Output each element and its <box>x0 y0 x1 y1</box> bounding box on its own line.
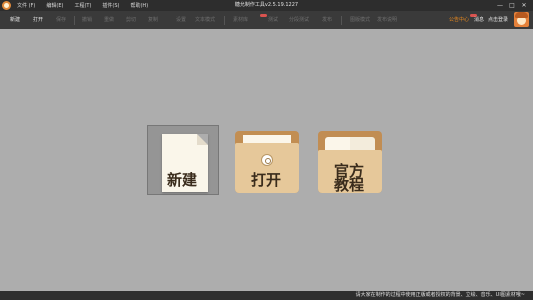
open-project-tile[interactable]: 打开 <box>235 128 299 193</box>
window-controls: — □ ✕ <box>494 0 530 11</box>
toolbar: 新建 打开 保存 撤销 重做 剪切 复制 设置 文本模式 素材库 测试 分段测试… <box>0 11 533 29</box>
settings-button[interactable]: 设置 <box>176 11 186 29</box>
toolbar-divider <box>341 16 342 25</box>
assets-button[interactable]: 素材库 <box>233 11 248 29</box>
tutorial-label-line2: 教程 <box>334 176 365 194</box>
undo-button[interactable]: 撤销 <box>82 11 92 29</box>
cut-button[interactable]: 剪切 <box>126 11 136 29</box>
image-mode-button[interactable]: 图版模式 <box>350 11 370 29</box>
clip-icon <box>261 154 273 166</box>
test-button[interactable]: 测试 <box>268 11 278 29</box>
avatar[interactable] <box>514 12 529 27</box>
minimize-icon[interactable]: — <box>494 2 506 9</box>
new-button[interactable]: 新建 <box>10 11 20 29</box>
copy-button[interactable]: 复制 <box>148 11 158 29</box>
segment-test-button[interactable]: 分段测试 <box>289 11 309 29</box>
open-tile-label: 打开 <box>251 171 282 189</box>
new-badge <box>260 14 267 17</box>
toolbar-divider <box>74 16 75 25</box>
publish-button[interactable]: 发布 <box>322 11 332 29</box>
open-button[interactable]: 打开 <box>33 11 43 29</box>
status-bar: 请大家在制作的过程中使用正版或者授权的背景、立绘、音乐、UI图素材哦~ <box>0 291 533 300</box>
title-bar: 文件 (F) 编辑(E) 工程(T) 插件(S) 帮助(H) 糖允制作工具v2.… <box>0 0 533 11</box>
close-icon[interactable]: ✕ <box>518 2 530 9</box>
window-title: 糖允制作工具v2.5.19.1227 <box>234 2 299 8</box>
text-mode-button[interactable]: 文本模式 <box>195 11 215 29</box>
notice-center-link[interactable]: 公告中心 <box>449 11 469 29</box>
save-button[interactable]: 保存 <box>56 11 66 29</box>
redo-button[interactable]: 重做 <box>104 11 114 29</box>
login-link[interactable]: 点击登录 <box>488 11 508 29</box>
toolbar-divider <box>224 16 225 25</box>
tutorial-tile[interactable]: 官方 教程 <box>318 128 382 194</box>
maximize-icon[interactable]: □ <box>506 2 518 9</box>
new-project-tile[interactable]: 新建 <box>147 125 219 195</box>
new-tile-label: 新建 <box>167 171 198 189</box>
status-tip: 请大家在制作的过程中使用正版或者授权的背景、立绘、音乐、UI图素材哦~ <box>355 292 525 298</box>
messages-link[interactable]: 消息 <box>474 11 484 29</box>
release-notes-button[interactable]: 发布说明 <box>377 11 397 29</box>
